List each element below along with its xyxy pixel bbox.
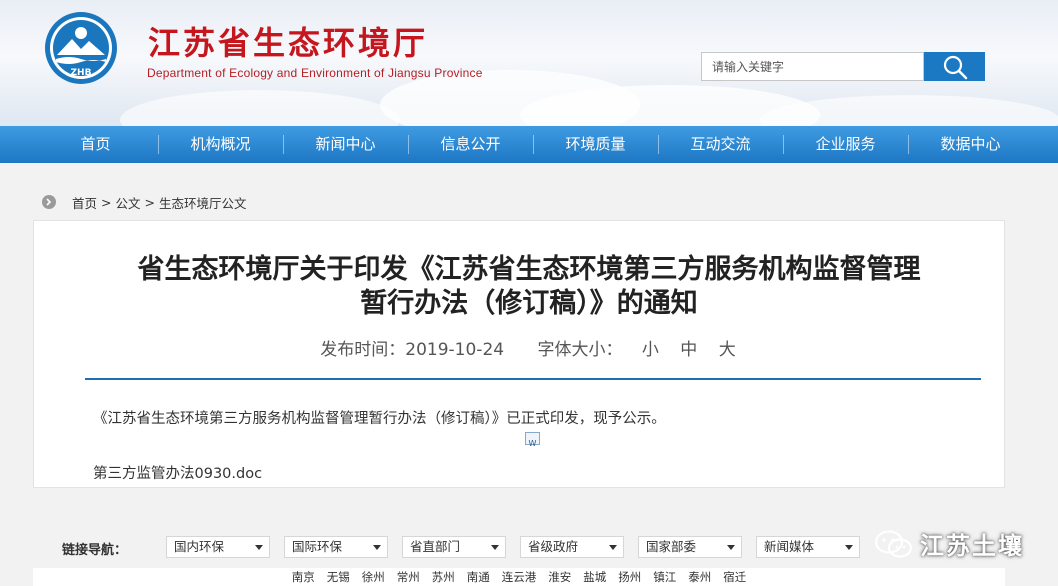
links-label: 链接导航：: [62, 543, 128, 558]
city-link[interactable]: 宿迁: [717, 568, 752, 586]
select-national-ministries[interactable]: 国家部委: [638, 536, 742, 558]
city-link[interactable]: 南京: [286, 568, 321, 586]
city-link[interactable]: 南通: [461, 568, 496, 586]
nav-item-about[interactable]: 机构概况: [158, 126, 283, 163]
site-header: ZHB 江苏省生态环境厅 Department of Ecology and E…: [0, 0, 1058, 126]
search-icon: [943, 55, 967, 79]
select-value: 国际环保: [292, 539, 343, 554]
breadcrumb-separator: >: [144, 194, 155, 210]
watermark-text: 江苏土壤: [920, 532, 1024, 560]
select-value: 国家部委: [646, 539, 697, 554]
article-title-line2: 暂行办法（修订稿）》的通知: [360, 288, 698, 319]
wechat-icon: [874, 529, 913, 558]
publish-date: 2019-10-24: [405, 340, 505, 360]
city-link[interactable]: 镇江: [647, 568, 682, 586]
nav-item-home[interactable]: 首页: [33, 126, 158, 163]
publish-label: 发布时间：: [320, 340, 406, 360]
city-link[interactable]: 扬州: [612, 568, 647, 586]
nav-item-interaction[interactable]: 互动交流: [658, 126, 783, 163]
title-divider: [85, 378, 981, 380]
chevron-down-icon: [727, 545, 735, 550]
chevron-down-icon: [491, 545, 499, 550]
search-button[interactable]: [924, 52, 985, 81]
city-link[interactable]: 苏州: [426, 568, 461, 586]
search-input[interactable]: [701, 52, 924, 81]
search-bar: [701, 52, 985, 81]
nav-item-env-quality[interactable]: 环境质量: [533, 126, 658, 163]
site-title: 江苏省生态环境厅: [148, 24, 429, 62]
city-links: 南京 无锡 徐州 常州 苏州 南通 连云港 淮安 盐城 扬州 镇江 泰州 宿迁: [33, 568, 1005, 586]
article-title: 省生态环境厅关于印发《江苏省生态环境第三方服务机构监督管理 暂行办法（修订稿）》…: [0, 253, 1058, 321]
nav-item-enterprise[interactable]: 企业服务: [783, 126, 908, 163]
select-value: 国内环保: [174, 539, 225, 554]
article-meta: 发布时间：2019-10-24 字体大小： 小 中 大: [0, 335, 1058, 360]
city-link[interactable]: 无锡: [321, 568, 356, 586]
city-link[interactable]: 连云港: [496, 568, 543, 586]
article-title-line1: 省生态环境厅关于印发《江苏省生态环境第三方服务机构监督管理: [137, 254, 921, 285]
nav-item-data-center[interactable]: 数据中心: [908, 126, 1033, 163]
breadcrumb-department-docs[interactable]: 生态环境厅公文: [159, 193, 247, 212]
site-subtitle: Department of Ecology and Environment of…: [147, 66, 483, 80]
logo-text: ZHB: [71, 68, 92, 78]
svg-text:W: W: [529, 439, 537, 448]
city-link[interactable]: 盐城: [577, 568, 612, 586]
select-provincial-govts[interactable]: 省级政府: [520, 536, 624, 558]
font-size-large[interactable]: 大: [719, 340, 736, 360]
breadcrumb-separator: >: [101, 194, 112, 210]
nav-item-info-disclosure[interactable]: 信息公开: [408, 126, 533, 163]
ministry-logo[interactable]: ZHB: [44, 11, 118, 85]
select-intl-env[interactable]: 国际环保: [284, 536, 388, 558]
article-body: 《江苏省生态环境第三方服务机构监督管理暂行办法（修订稿）》已正式印发，现予公示。: [93, 411, 666, 427]
chevron-down-icon: [255, 545, 263, 550]
city-link[interactable]: 常州: [391, 568, 426, 586]
select-domestic-env[interactable]: 国内环保: [166, 536, 270, 558]
main-nav: 首页 机构概况 新闻中心 信息公开 环境质量 互动交流 企业服务 数据中心: [0, 126, 1058, 163]
font-size-medium[interactable]: 中: [680, 340, 697, 360]
city-link[interactable]: 徐州: [356, 568, 391, 586]
select-value: 省级政府: [528, 539, 579, 554]
city-link[interactable]: 泰州: [682, 568, 717, 586]
chevron-down-icon: [845, 545, 853, 550]
chevron-right-icon: [42, 195, 56, 209]
doc-file-icon[interactable]: W: [525, 432, 540, 448]
chevron-down-icon: [373, 545, 381, 550]
breadcrumb-home[interactable]: 首页: [72, 193, 97, 212]
select-value: 新闻媒体: [764, 539, 815, 554]
font-size-label: 字体大小：: [537, 340, 623, 360]
city-link[interactable]: 淮安: [542, 568, 577, 586]
cloud-decoration: [120, 90, 400, 126]
select-news-media[interactable]: 新闻媒体: [756, 536, 860, 558]
nav-item-news[interactable]: 新闻中心: [283, 126, 408, 163]
select-value: 省直部门: [410, 539, 461, 554]
wechat-watermark: 江苏土壤: [874, 526, 1024, 561]
chevron-down-icon: [609, 545, 617, 550]
attachment-link[interactable]: 第三方监管办法0930.doc: [93, 462, 262, 483]
font-size-small[interactable]: 小: [642, 340, 659, 360]
breadcrumb-docs[interactable]: 公文: [116, 193, 141, 212]
breadcrumb: 首页 > 公文 > 生态环境厅公文: [42, 192, 247, 212]
select-provincial-depts[interactable]: 省直部门: [402, 536, 506, 558]
cloud-decoration: [760, 95, 1058, 126]
